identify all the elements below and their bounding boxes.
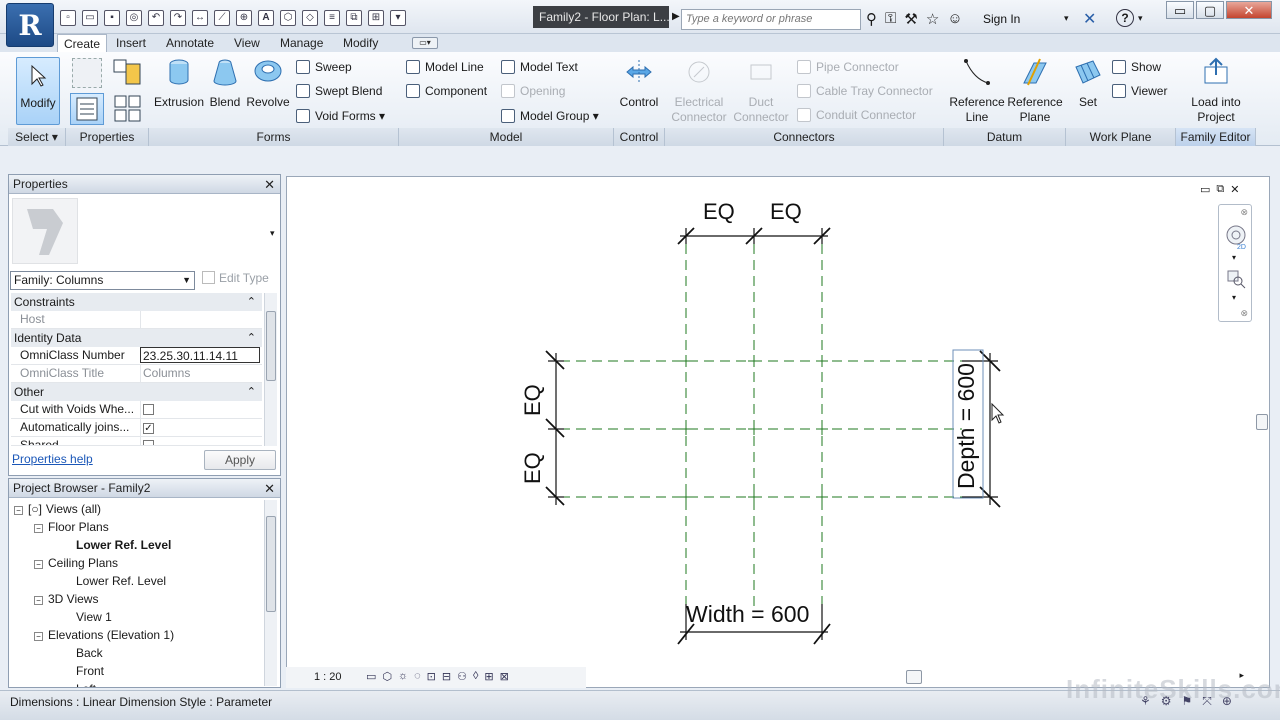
canvas-vertical-scrollbar[interactable] <box>1256 178 1268 664</box>
navbar-close-icon[interactable]: ⊗ <box>1240 207 1248 218</box>
highlight-icon[interactable]: ⊠ <box>500 670 509 683</box>
status-text: Dimensions : Linear Dimension Style : Pa… <box>10 695 273 709</box>
eq-label-top-left[interactable]: EQ <box>703 199 735 225</box>
temp-hide-icon[interactable]: ⚇ <box>457 670 467 683</box>
eq-label-left-lower[interactable]: EQ <box>520 444 548 484</box>
sun-path-icon[interactable]: ☼ <box>398 670 408 683</box>
floor-plan-drawing <box>545 227 1005 645</box>
select-underlay-icon[interactable]: ⚙ <box>1161 694 1172 709</box>
navbar-options-icon[interactable]: ⊗ <box>1240 308 1248 319</box>
navigation-bar: ⊗ 2D ▾ ▾ ⊗ <box>1218 204 1252 322</box>
app-logo: R <box>18 8 42 42</box>
steering-wheel-icon[interactable]: 2D <box>1224 223 1248 253</box>
visual-style-icon[interactable]: ⬡ <box>382 670 392 683</box>
reveal-hidden-icon[interactable]: ◊ <box>473 670 478 683</box>
crop-view-icon[interactable]: ⊡ <box>427 670 436 683</box>
detail-level-icon[interactable]: ▭ <box>366 670 376 683</box>
view-control-bar: 1 : 20 ▭ ⬡ ☼ ◌ ⊡ ⊟ ⚇ ◊ ⊞ ⊠ <box>286 667 586 688</box>
eq-label-left-upper[interactable]: EQ <box>520 376 548 416</box>
svg-text:2D: 2D <box>1237 244 1246 251</box>
steering-dropdown-icon[interactable]: ▾ <box>1232 253 1236 262</box>
eq-label-top-right[interactable]: EQ <box>770 199 802 225</box>
select-by-face-icon[interactable]: ⤧ <box>1202 694 1212 709</box>
select-pinned-icon[interactable]: ⚑ <box>1182 694 1193 709</box>
analytical-model-icon[interactable]: ⊞ <box>484 670 493 683</box>
select-links-icon[interactable]: ⚘ <box>1140 694 1151 709</box>
zoom-dropdown-icon[interactable]: ▾ <box>1232 293 1236 302</box>
shadows-icon[interactable]: ◌ <box>414 670 421 683</box>
status-bar-tools: ⚘ ⚙ ⚑ ⤧ ⊕ <box>1140 694 1232 709</box>
depth-parameter-label[interactable]: Depth = 600 <box>953 363 983 489</box>
drag-elements-icon[interactable]: ⊕ <box>1222 694 1232 709</box>
width-parameter-label[interactable]: Width = 600 <box>686 601 809 628</box>
mouse-cursor-icon <box>991 402 1005 424</box>
application-menu-button[interactable]: R <box>6 3 54 47</box>
zoom-icon[interactable] <box>1226 269 1246 291</box>
show-crop-icon[interactable]: ⊟ <box>442 670 451 683</box>
view-scale[interactable]: 1 : 20 <box>314 671 342 683</box>
